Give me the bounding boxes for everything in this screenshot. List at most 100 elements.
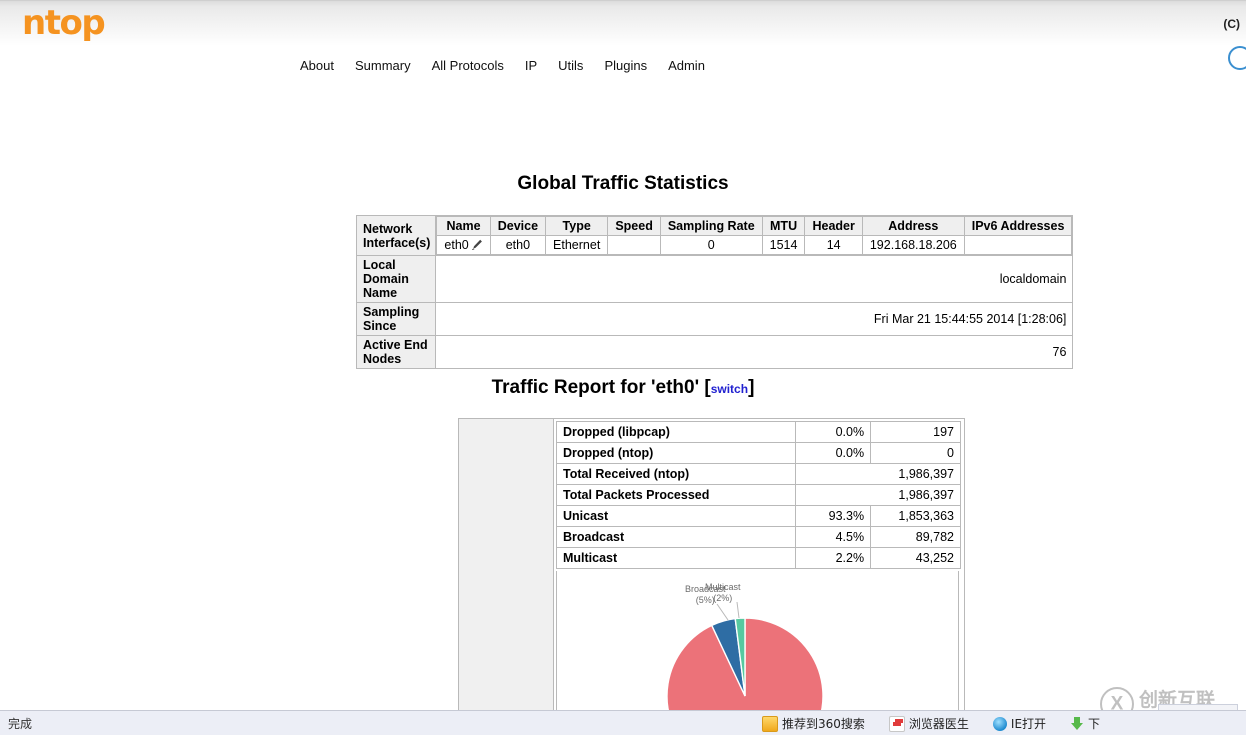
copyright-mark: (C) xyxy=(1223,17,1240,31)
traffic-metric-percent: 0.0% xyxy=(795,442,872,464)
ntop-logo[interactable]: ntop xyxy=(22,3,106,43)
interface-col-header: Device xyxy=(489,216,547,236)
status-tool-label: 浏览器医生 xyxy=(908,717,969,731)
interface-cell-speed xyxy=(607,235,661,255)
interface-cell-mtu: 1514 xyxy=(761,235,806,255)
interface-cell-address: 192.168.18.206 xyxy=(861,235,965,255)
table-row: Dropped (libpcap) 0.0% 197 xyxy=(555,421,961,443)
download-arrow-icon xyxy=(1070,716,1084,731)
table-row: Total Received (ntop) 1,986,397 xyxy=(555,463,961,485)
traffic-metric-label: Multicast xyxy=(555,547,797,569)
nav-all-protocols[interactable]: All Protocols xyxy=(432,56,504,76)
switch-interface-link[interactable]: switch xyxy=(711,382,748,396)
status-tool-4[interactable]: 下 xyxy=(1070,715,1100,732)
status-tool-2[interactable]: 浏览器医生 xyxy=(888,715,969,732)
stat-label: Active End Nodes xyxy=(355,335,437,369)
interface-col-header: Header xyxy=(804,216,863,236)
stat-label: Sampling Since xyxy=(355,302,437,336)
interface-cell-type: Ethernet xyxy=(545,235,609,255)
nav-summary[interactable]: Summary xyxy=(355,56,411,76)
traffic-metric-value: 1,853,363 xyxy=(870,505,961,527)
ie-browser-icon xyxy=(992,716,1007,731)
network-interface-row: Network Interface(s) Name Device Type Speed S… xyxy=(355,215,1073,256)
traffic-metric-label: Total Packets Processed xyxy=(555,484,797,506)
interface-header-row: Name Device Type Speed Sampling Rate MTU Heade… xyxy=(436,216,1073,236)
status-tool-label: 下 xyxy=(1088,717,1101,731)
status-tool-1[interactable]: 推荐到360搜索 xyxy=(762,715,865,732)
nav-admin[interactable]: Admin xyxy=(668,56,705,76)
page-header-bar: ntop (C) xyxy=(0,0,1246,46)
global-traffic-statistics-table: Network Interface(s) Name Device Type Speed S… xyxy=(355,215,1074,369)
browser-status-bar: 完成 推荐到360搜索 浏览器医生 IE打开 下 xyxy=(0,710,1246,735)
table-row: Unicast 93.3% 1,853,363 xyxy=(555,505,961,527)
page-title-global-traffic: Global Traffic Statistics xyxy=(517,173,729,194)
interface-col-header: Sampling Rate xyxy=(659,216,763,236)
interface-cell-ipv6-addresses xyxy=(963,235,1073,255)
traffic-report-title-text: Traffic Report for 'eth0' [ xyxy=(491,377,711,398)
interface-cell-header: 14 xyxy=(804,235,863,255)
traffic-report-panel: Dropped (libpcap) 0.0% 197 Dropped (ntop) 0.… xyxy=(458,418,965,721)
edit-pencil-icon[interactable] xyxy=(471,239,483,250)
stat-value: 76 xyxy=(435,335,1074,369)
traffic-metric-label: Broadcast xyxy=(555,526,797,548)
status-bar-tools: 推荐到360搜索 浏览器医生 IE打开 下 xyxy=(762,711,1124,736)
table-row: Multicast 2.2% 43,252 xyxy=(555,547,961,569)
nav-plugins[interactable]: Plugins xyxy=(604,56,647,76)
interface-cell-name: eth0 xyxy=(436,235,491,255)
interface-col-header: IPv6 Addresses xyxy=(963,216,1073,236)
nav-ip[interactable]: IP xyxy=(525,56,537,76)
stat-value: Fri Mar 21 15:44:55 2014 [1:28:06] xyxy=(435,302,1074,336)
traffic-report-title-suffix: ] xyxy=(748,377,755,398)
table-row: Local Domain Name localdomain xyxy=(355,255,1074,303)
traffic-metric-percent: 2.2% xyxy=(795,547,872,569)
traffic-metric-label: Unicast xyxy=(555,505,797,527)
interface-cell-device: eth0 xyxy=(489,235,547,255)
page-title-traffic-report: Traffic Report for 'eth0' [switch] xyxy=(0,377,1246,399)
table-row: Dropped (ntop) 0.0% 0 xyxy=(555,442,961,464)
interface-cell-sampling-rate: 0 xyxy=(659,235,763,255)
traffic-metric-value: 1,986,397 xyxy=(795,484,961,506)
traffic-metric-value: 1,986,397 xyxy=(795,463,961,485)
traffic-metric-value: 0 xyxy=(870,442,961,464)
interface-data-row: eth0 eth0 Ethernet 0 1514 14 192.168.18.206 xyxy=(436,235,1073,255)
thumbs-up-icon xyxy=(762,715,778,732)
nav-about[interactable]: About xyxy=(300,56,334,76)
pie-chart-svg xyxy=(666,601,824,720)
traffic-metric-label: Dropped (ntop) xyxy=(555,442,797,464)
main-navigation: About Summary All Protocols IP Utils Plugins A… xyxy=(0,56,1246,76)
interface-col-header: Name xyxy=(436,216,491,236)
first-aid-icon xyxy=(888,715,905,732)
interface-col-header: Speed xyxy=(607,216,661,236)
nav-utils[interactable]: Utils xyxy=(558,56,583,76)
table-row: Broadcast 4.5% 89,782 xyxy=(555,526,961,548)
status-tool-label: 推荐到360搜索 xyxy=(782,717,865,731)
table-row: Active End Nodes 76 xyxy=(355,335,1074,369)
network-interface-detail-cell: Name Device Type Speed Sampling Rate MTU Heade… xyxy=(436,216,1073,256)
pie-label-multicast: Multicast (2%) xyxy=(705,582,741,603)
interface-col-header: Type xyxy=(545,216,609,236)
interface-col-header: MTU xyxy=(761,216,806,236)
interface-name-text: eth0 xyxy=(444,238,469,252)
network-interface-label: Network Interface(s) xyxy=(355,215,437,256)
pie-leader-line-broadcast xyxy=(716,603,729,621)
traffic-metric-percent: 4.5% xyxy=(795,526,872,548)
traffic-metric-value: 89,782 xyxy=(870,526,961,548)
traffic-report-left-spacer xyxy=(459,419,554,717)
table-row: Total Packets Processed 1,986,397 xyxy=(555,484,961,506)
pie-leader-line-multicast xyxy=(736,601,740,619)
traffic-pie-chart: Broadcast (5%) Multicast (2%) xyxy=(556,571,959,721)
traffic-report-content: Dropped (libpcap) 0.0% 197 Dropped (ntop) 0.… xyxy=(554,419,964,721)
traffic-metric-percent: 93.3% xyxy=(795,505,872,527)
stat-value: localdomain xyxy=(435,255,1074,303)
table-row: Sampling Since Fri Mar 21 15:44:55 2014 [… xyxy=(355,302,1074,336)
status-tool-label: IE打开 xyxy=(1010,717,1047,731)
traffic-metric-label: Total Received (ntop) xyxy=(555,463,797,485)
traffic-report-table: Dropped (libpcap) 0.0% 197 Dropped (ntop) 0.… xyxy=(555,421,961,569)
stat-label: Local Domain Name xyxy=(355,255,437,303)
interface-detail-table: Name Device Type Speed Sampling Rate MTU Heade… xyxy=(436,216,1073,255)
interface-col-header: Address xyxy=(861,216,965,236)
traffic-metric-label: Dropped (libpcap) xyxy=(555,421,797,443)
status-tool-3[interactable]: IE打开 xyxy=(992,715,1047,732)
traffic-metric-value: 197 xyxy=(870,421,961,443)
traffic-metric-percent: 0.0% xyxy=(795,421,872,443)
